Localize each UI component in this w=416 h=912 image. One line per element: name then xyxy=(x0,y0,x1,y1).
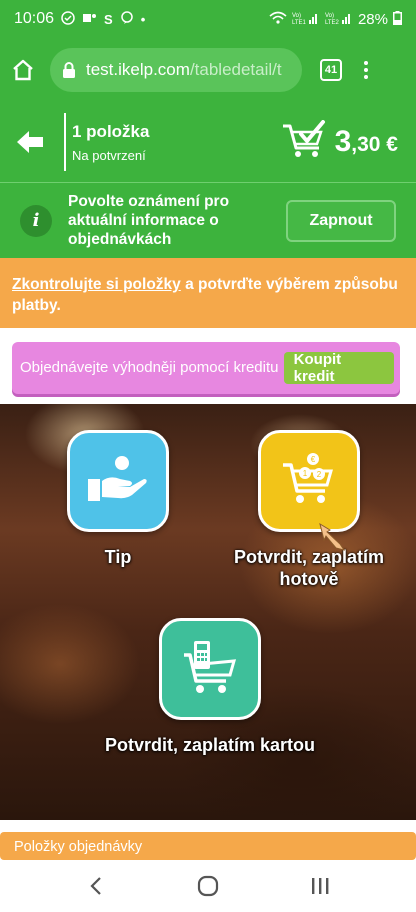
pay-cash-label: Potvrdit, zaplatím hotově xyxy=(233,547,385,589)
pay-card-option[interactable]: Potvrdit, zaplatím kartou xyxy=(90,618,330,756)
svg-text:1: 1 xyxy=(303,469,308,478)
buy-credit-button[interactable]: Koupit kredit xyxy=(283,351,394,385)
order-price: 3,30 € xyxy=(335,125,398,159)
pay-cash-tile[interactable]: € 1 2 xyxy=(258,430,360,532)
overflow-menu-icon[interactable] xyxy=(364,61,368,79)
pay-card-label: Potvrdit, zaplatím kartou xyxy=(104,735,316,755)
skype-icon: S xyxy=(104,11,113,27)
cart-coins-icon: € 1 2 xyxy=(279,451,339,512)
nav-back-icon[interactable] xyxy=(76,866,116,906)
svg-text:LTE2: LTE2 xyxy=(325,20,340,25)
cart-total[interactable]: 3,30 € xyxy=(281,119,398,165)
order-summary: 1 položka Na potvrzení xyxy=(72,122,149,163)
browser-toolbar: test.ikelp.com/tabledetail/t 41 xyxy=(0,38,416,102)
tip-label: Tip xyxy=(104,547,132,567)
credit-banner: Objednávejte výhodněji pomocí kreditu Ko… xyxy=(12,342,400,394)
tip-option[interactable]: Tip xyxy=(66,430,170,568)
url-path: /tabledetail/t xyxy=(189,60,282,79)
credit-text: Objednávejte výhodněji pomocí kreditu xyxy=(20,359,279,376)
cart-terminal-icon xyxy=(180,639,240,700)
order-status: Na potvrzení xyxy=(72,147,146,163)
payment-info-banner: Zkontrolujte si položky a potvrďte výběr… xyxy=(0,258,416,328)
svg-text:Vo): Vo) xyxy=(325,13,334,19)
status-bar: 10:06 S • Vo) LTE1 Vo) LTE2 28% xyxy=(0,0,416,38)
enable-notifications-button[interactable]: Zapnout xyxy=(286,199,396,242)
tip-tile[interactable] xyxy=(67,430,169,532)
check-items-link[interactable]: Zkontrolujte si položky xyxy=(12,276,181,293)
dot-icon: • xyxy=(140,11,146,27)
signal-lte2-icon: Vo) LTE2 xyxy=(325,11,353,28)
svg-text:LTE1: LTE1 xyxy=(292,20,307,25)
wifi-icon xyxy=(269,11,287,28)
price-integer: 3 xyxy=(334,125,352,158)
back-arrow-icon[interactable] xyxy=(0,102,60,182)
chat-icon xyxy=(120,10,134,28)
battery-level: 28% xyxy=(357,10,388,28)
nav-recents-icon[interactable] xyxy=(300,866,340,906)
order-items-label: Položky objednávky xyxy=(14,839,143,855)
pointer-hand-icon xyxy=(318,522,346,557)
signal-lte1-icon: Vo) LTE1 xyxy=(292,11,320,28)
notification-text: Povolte oznámení pro aktuální informace … xyxy=(68,193,230,248)
order-header: 1 položka Na potvrzení 3,30 € xyxy=(0,102,416,182)
price-decimal: ,30 € xyxy=(351,133,398,156)
lock-icon xyxy=(62,62,76,78)
restaurant-background: Tip € 1 2 Potvrdit, zaplatím hotově Potv… xyxy=(0,404,416,820)
battery-icon xyxy=(393,10,402,28)
order-item-count: 1 položka xyxy=(72,121,150,141)
address-bar[interactable]: test.ikelp.com/tabledetail/t xyxy=(50,48,302,92)
check-circle-icon xyxy=(61,10,75,28)
system-navigation-bar xyxy=(0,860,416,912)
home-icon[interactable] xyxy=(10,57,36,83)
svg-text:2: 2 xyxy=(317,470,322,479)
status-time: 10:06 xyxy=(14,10,55,27)
svg-text:Vo): Vo) xyxy=(292,13,301,19)
cart-check-icon xyxy=(281,119,327,165)
hand-coin-icon xyxy=(86,453,150,510)
pay-card-tile[interactable] xyxy=(159,618,261,720)
order-items-bar[interactable]: Položky objednávky xyxy=(0,832,416,860)
url-domain: test.ikelp.com xyxy=(86,60,190,79)
info-icon: i xyxy=(20,204,52,237)
notification-banner: i Povolte oznámení pro aktuální informac… xyxy=(0,182,416,258)
pay-cash-option[interactable]: € 1 2 Potvrdit, zaplatím hotově xyxy=(206,430,412,590)
header-divider xyxy=(64,113,66,171)
tab-switcher-button[interactable]: 41 xyxy=(320,59,342,81)
nav-home-icon[interactable] xyxy=(188,866,228,906)
teams-icon xyxy=(82,11,97,28)
svg-text:€: € xyxy=(311,455,316,464)
